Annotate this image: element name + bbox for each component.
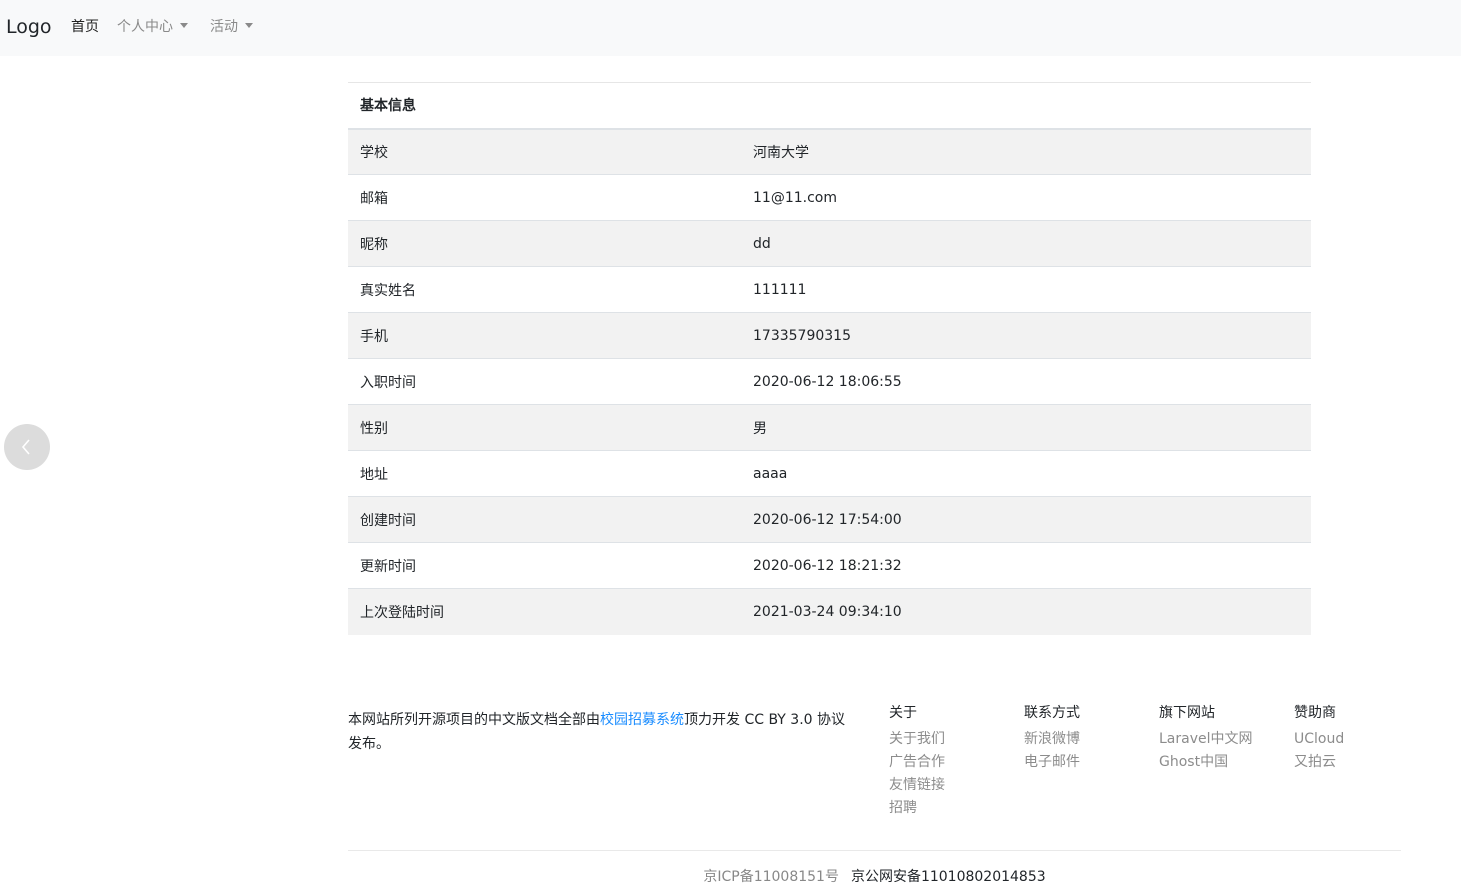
table-row: 真实姓名 111111	[348, 266, 1311, 313]
footer-column-heading: 关于	[889, 705, 917, 721]
row-value: 男	[741, 404, 1311, 451]
table-row: 邮箱 11@11.com	[348, 174, 1311, 221]
police-record-link[interactable]: 京公网安备11010802014853	[851, 869, 1046, 885]
nav-activity-label: 活动	[210, 19, 238, 35]
footer-link-friend-links[interactable]: 友情链接	[889, 774, 945, 797]
footer-link-upyun[interactable]: 又拍云	[1294, 751, 1344, 774]
footer-description: 本网站所列开源项目的中文版文档全部由校园招募系统顶力开发 CC BY 3.0 协…	[348, 708, 858, 756]
row-value: 17335790315	[741, 312, 1311, 359]
table-header-row: 基本信息	[348, 82, 1311, 130]
footer-link-jobs[interactable]: 招聘	[889, 797, 945, 820]
row-label: 昵称	[348, 220, 741, 267]
table-row: 创建时间 2020-06-12 17:54:00	[348, 496, 1311, 543]
table-row: 性别 男	[348, 404, 1311, 451]
row-label: 创建时间	[348, 496, 741, 543]
row-value: aaaa	[741, 450, 1311, 497]
row-value: 111111	[741, 266, 1311, 313]
nav-personal-center-dropdown[interactable]: 个人中心	[117, 17, 188, 37]
row-value: 2020-06-12 18:21:32	[741, 542, 1311, 589]
footer-column-about: 关于 关于我们 广告合作 友情链接 招聘	[889, 702, 945, 820]
nav-home-label: 首页	[71, 19, 99, 35]
footer-link-ucloud[interactable]: UCloud	[1294, 728, 1344, 751]
caret-down-icon	[180, 23, 188, 28]
footer-column-sponsors: 赞助商 UCloud 又拍云	[1294, 702, 1344, 774]
row-label: 地址	[348, 450, 741, 497]
table-row: 昵称 dd	[348, 220, 1311, 267]
icp-license-link[interactable]: 京ICP备11008151号	[703, 869, 839, 885]
row-value: 河南大学	[741, 128, 1311, 175]
footer-divider	[348, 850, 1401, 851]
brand-logo[interactable]: Logo	[6, 14, 52, 40]
row-value: 2021-03-24 09:34:10	[741, 588, 1311, 635]
row-label: 邮箱	[348, 174, 741, 221]
row-label: 上次登陆时间	[348, 588, 741, 635]
table-row: 地址 aaaa	[348, 450, 1311, 497]
top-navbar: Logo 首页 个人中心 活动	[0, 0, 1461, 56]
footer-link-weibo[interactable]: 新浪微博	[1024, 728, 1080, 751]
nav-personal-center-label: 个人中心	[117, 19, 173, 35]
carousel-prev-button[interactable]	[4, 424, 50, 470]
footer-column-heading: 赞助商	[1294, 705, 1336, 721]
nav-home[interactable]: 首页	[71, 17, 99, 37]
table-row: 学校 河南大学	[348, 128, 1311, 175]
footer-link-ghost[interactable]: Ghost中国	[1159, 751, 1253, 774]
footer-link-about-us[interactable]: 关于我们	[889, 728, 945, 751]
row-value: 2020-06-12 17:54:00	[741, 496, 1311, 543]
footer-column-heading: 联系方式	[1024, 705, 1080, 721]
footer-desc-prefix: 本网站所列开源项目的中文版文档全部由	[348, 712, 600, 728]
row-label: 真实姓名	[348, 266, 741, 313]
footer-column-heading: 旗下网站	[1159, 705, 1215, 721]
table-row: 上次登陆时间 2021-03-24 09:34:10	[348, 588, 1311, 635]
footer-column-sites: 旗下网站 Laravel中文网 Ghost中国	[1159, 702, 1253, 774]
row-label: 手机	[348, 312, 741, 359]
nav-activity-dropdown[interactable]: 活动	[210, 17, 253, 37]
table-title: 基本信息	[348, 82, 1311, 130]
chevron-left-icon	[21, 439, 30, 455]
footer-project-link[interactable]: 校园招募系统	[600, 712, 684, 728]
row-value: 11@11.com	[741, 174, 1311, 221]
caret-down-icon	[245, 23, 253, 28]
table-row: 更新时间 2020-06-12 18:21:32	[348, 542, 1311, 589]
row-label: 更新时间	[348, 542, 741, 589]
row-value: dd	[741, 220, 1311, 267]
footer-copyright: 京ICP备11008151号 京公网安备11010802014853	[348, 866, 1401, 888]
basic-info-table: 基本信息 学校 河南大学 邮箱 11@11.com 昵称 dd 真实姓名 111…	[348, 82, 1311, 635]
table-row: 手机 17335790315	[348, 312, 1311, 359]
row-value: 2020-06-12 18:06:55	[741, 358, 1311, 405]
footer-link-ad-cooperation[interactable]: 广告合作	[889, 751, 945, 774]
row-label: 学校	[348, 128, 741, 175]
footer-link-laravel[interactable]: Laravel中文网	[1159, 728, 1253, 751]
row-label: 入职时间	[348, 358, 741, 405]
footer-link-email[interactable]: 电子邮件	[1024, 751, 1080, 774]
row-label: 性别	[348, 404, 741, 451]
table-row: 入职时间 2020-06-12 18:06:55	[348, 358, 1311, 405]
footer-column-contact: 联系方式 新浪微博 电子邮件	[1024, 702, 1080, 774]
